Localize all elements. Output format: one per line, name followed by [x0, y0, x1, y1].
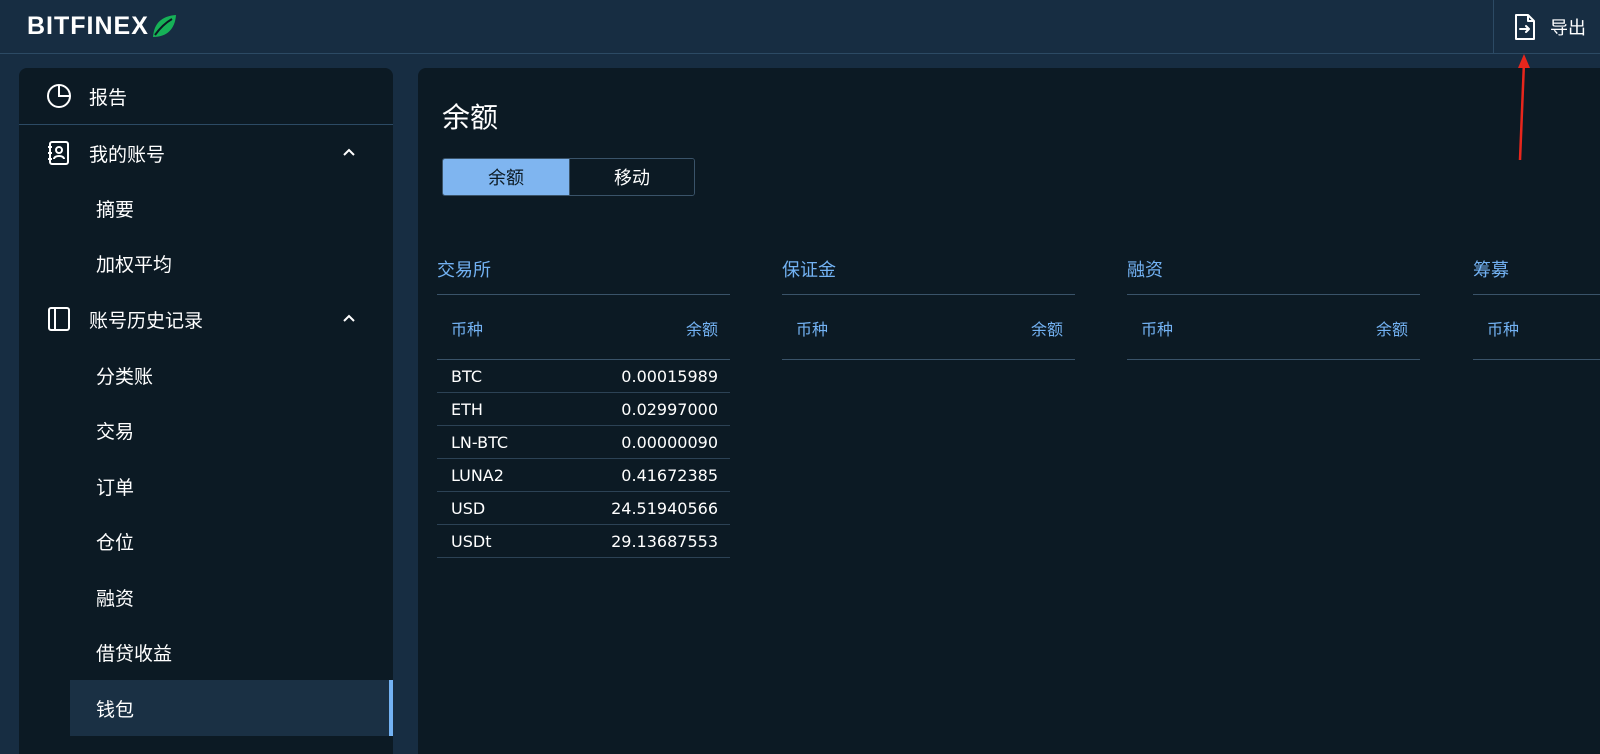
table-row: BTC 0.00015989 [437, 360, 730, 393]
annotation-arrow-icon [1518, 54, 1530, 161]
balance-cell: 0.00015989 [621, 367, 718, 386]
page-title: 余额 [442, 101, 499, 134]
sidebar-item-label: 仓位 [96, 531, 135, 554]
column-header-balance[interactable]: 余额 [1376, 316, 1408, 340]
section-title: 交易所 [437, 260, 491, 281]
sidebar-item-my-account[interactable]: 我的账号 [19, 125, 393, 181]
column-header-currency[interactable]: 币种 [451, 316, 483, 340]
section-title: 保证金 [782, 260, 836, 281]
sidebar-item-label: 我的账号 [89, 143, 166, 166]
table-row: LUNA2 0.41672385 [437, 459, 730, 492]
sidebar-item-funding[interactable]: 融资 [19, 569, 393, 625]
bitfinex-logo[interactable]: BITFINEX [27, 12, 178, 40]
currency-cell: BTC [451, 367, 482, 386]
divider [1473, 294, 1600, 295]
sidebar-item-label: 摘要 [96, 198, 135, 221]
sidebar-item-account-history[interactable]: 账号历史记录 [19, 291, 393, 347]
currency-cell: LN-BTC [451, 433, 509, 452]
sidebar-item-label: 加权平均 [96, 253, 173, 276]
main-panel: 余额 余额 移动 交易所 币种 余额 BTC 0.00015989 ETH 0.… [418, 68, 1600, 754]
divider [1127, 359, 1420, 360]
sidebar: 报告 我的账号 摘要 加权平均 账号历史记录 分类账 交易 订单 仓位 融资 借… [19, 68, 393, 754]
section-title: 筹募 [1473, 260, 1509, 281]
active-indicator [389, 680, 393, 736]
table-row: USDt 29.13687553 [437, 525, 730, 558]
sidebar-item-wallets[interactable]: 钱包 [70, 680, 393, 736]
contact-book-icon [48, 141, 69, 165]
divider [437, 294, 730, 295]
balance-cell: 0.02997000 [621, 400, 718, 419]
sidebar-item-weighted-average[interactable]: 加权平均 [19, 235, 393, 291]
sidebar-item-label: 钱包 [96, 698, 135, 721]
sidebar-item-orders[interactable]: 订单 [19, 458, 393, 514]
divider [1473, 359, 1600, 360]
export-button[interactable]: 导出 [1514, 12, 1586, 42]
export-divider [1493, 0, 1494, 54]
sidebar-item-label: 借贷收益 [96, 642, 173, 665]
currency-cell: USD [451, 499, 486, 518]
divider [782, 359, 1075, 360]
currency-cell: USDt [451, 532, 492, 551]
currency-cell: ETH [451, 400, 483, 419]
table-row: ETH 0.02997000 [437, 393, 730, 426]
sidebar-item-ledger[interactable]: 分类账 [19, 347, 393, 403]
balance-table: BTC 0.00015989 ETH 0.02997000 LN-BTC 0.0… [437, 360, 730, 558]
balance-cell: 24.51940566 [611, 499, 718, 518]
column-header-balance[interactable]: 余额 [1031, 316, 1063, 340]
sidebar-item-label: 交易 [96, 420, 135, 443]
balance-cell: 29.13687553 [611, 532, 718, 551]
table-row: USD 24.51940566 [437, 492, 730, 525]
column-header-currency[interactable]: 币种 [1141, 316, 1173, 340]
sidebar-item-label: 账号历史记录 [89, 309, 204, 332]
logo-text: BITFINEX [27, 11, 149, 40]
sidebar-item-positions[interactable]: 仓位 [19, 513, 393, 569]
sidebar-item-label: 订单 [96, 476, 135, 499]
pie-chart-icon [47, 84, 71, 108]
top-bar: BITFINEX 导出 [0, 0, 1600, 54]
column-header-balance[interactable]: 余额 [686, 316, 718, 340]
column-header-currency[interactable]: 币种 [1487, 316, 1519, 340]
tab-movements[interactable]: 移动 [569, 159, 694, 195]
divider [1127, 294, 1420, 295]
sidebar-item-label: 报告 [89, 86, 128, 109]
divider [782, 294, 1075, 295]
leaf-icon [152, 15, 176, 37]
section-title: 融资 [1127, 260, 1163, 281]
journal-icon [48, 307, 70, 331]
currency-cell: LUNA2 [451, 466, 504, 485]
column-header-currency[interactable]: 币种 [796, 316, 828, 340]
file-export-icon [1515, 14, 1535, 40]
tab-balances[interactable]: 余额 [443, 159, 569, 195]
sidebar-item-lending-earnings[interactable]: 借贷收益 [19, 624, 393, 680]
balance-cell: 0.00000090 [621, 433, 718, 452]
sidebar-item-summary[interactable]: 摘要 [19, 180, 393, 236]
chevron-up-icon[interactable] [342, 147, 356, 157]
sidebar-item-label: 融资 [96, 587, 135, 610]
export-label: 导出 [1550, 18, 1586, 39]
sidebar-item-label: 分类账 [96, 365, 154, 388]
sidebar-item-trades[interactable]: 交易 [19, 402, 393, 458]
sidebar-item-reports[interactable]: 报告 [19, 68, 393, 125]
table-row: LN-BTC 0.00000090 [437, 426, 730, 459]
view-tabs: 余额 移动 [442, 158, 695, 196]
balance-cell: 0.41672385 [621, 466, 718, 485]
chevron-up-icon[interactable] [342, 313, 356, 323]
